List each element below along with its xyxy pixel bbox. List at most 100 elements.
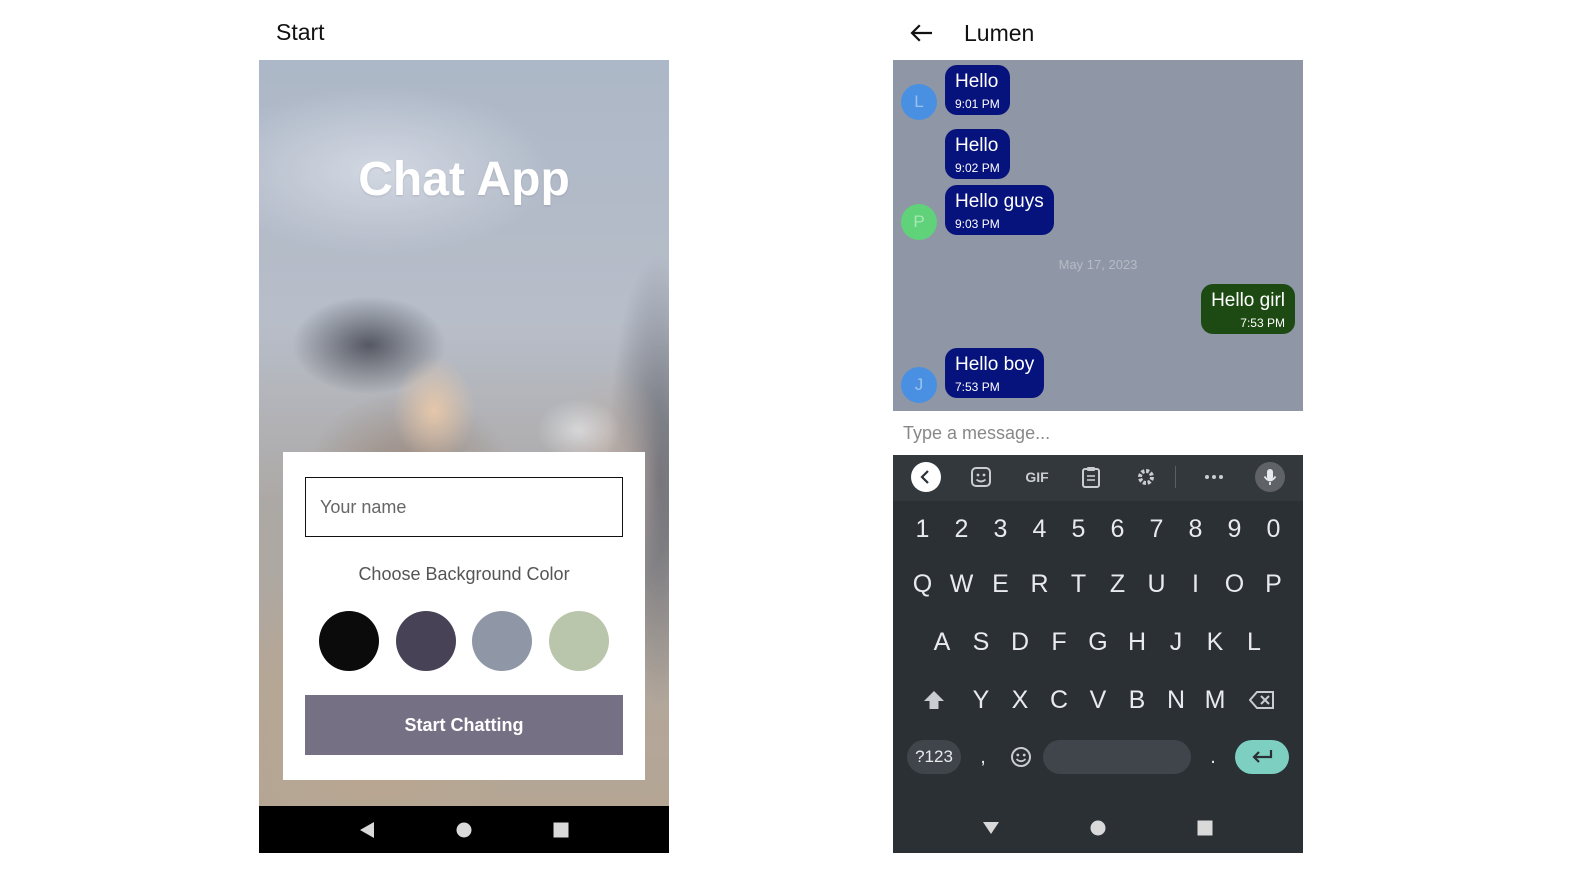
back-icon[interactable] [908, 461, 944, 493]
chat-message-list[interactable]: L Hello 9:01 PM Hello 9:02 PM P Hello gu… [893, 60, 1303, 411]
nav-recents-icon[interactable] [541, 810, 581, 850]
space-bar[interactable] [1043, 740, 1191, 774]
sticker-icon[interactable] [963, 461, 999, 493]
key-c[interactable]: C [1040, 674, 1079, 726]
key-q[interactable]: Q [903, 558, 942, 610]
backspace-icon[interactable] [1241, 674, 1283, 726]
comma-key[interactable]: , [971, 740, 995, 774]
symbols-key[interactable]: ?123 [907, 740, 961, 774]
message-bubble[interactable]: Hello guys 9:03 PM [945, 185, 1054, 235]
key-i[interactable]: I [1176, 558, 1215, 610]
toolbar-divider [1166, 461, 1186, 493]
key-7[interactable]: 7 [1137, 503, 1176, 555]
chat-header: Lumen [910, 14, 1034, 52]
message-time: 7:53 PM [1240, 316, 1285, 330]
message-time: 9:02 PM [955, 161, 1000, 175]
key-a[interactable]: A [923, 616, 962, 668]
key-z[interactable]: Z [1098, 558, 1137, 610]
start-chatting-button[interactable]: Start Chatting [305, 695, 623, 755]
clipboard-icon[interactable] [1073, 461, 1109, 493]
key-o[interactable]: O [1215, 558, 1254, 610]
key-8[interactable]: 8 [1176, 503, 1215, 555]
keyboard-row-2: A S D F G H J K L [893, 616, 1303, 668]
message-text: Hello girl [1211, 290, 1285, 311]
message-bubble[interactable]: Hello boy 7:53 PM [945, 348, 1045, 398]
keyboard-toolbar: GIF [893, 455, 1303, 501]
name-input[interactable] [305, 477, 623, 537]
key-9[interactable]: 9 [1215, 503, 1254, 555]
key-p[interactable]: P [1254, 558, 1293, 610]
key-n[interactable]: N [1157, 674, 1196, 726]
nav-recents-icon[interactable] [1185, 811, 1225, 845]
avatar-initial: P [913, 212, 925, 231]
key-e[interactable]: E [981, 558, 1020, 610]
key-0[interactable]: 0 [1254, 503, 1293, 555]
key-d[interactable]: D [1001, 616, 1040, 668]
avatar-initial: L [914, 92, 924, 111]
key-k[interactable]: K [1196, 616, 1235, 668]
avatar-2: P [901, 204, 937, 240]
keyboard-number-row: 1 2 3 4 5 6 7 8 9 0 [893, 503, 1303, 555]
enter-key[interactable] [1235, 740, 1289, 774]
settings-icon[interactable] [1128, 461, 1164, 493]
choose-color-label: Choose Background Color [358, 564, 570, 584]
color-swatch-green[interactable] [548, 611, 609, 671]
key-3[interactable]: 3 [981, 503, 1020, 555]
key-4[interactable]: 4 [1020, 503, 1059, 555]
period-key[interactable]: . [1201, 740, 1225, 774]
nav-back-icon[interactable] [347, 810, 387, 850]
soft-keyboard: GIF 1 2 3 4 5 6 7 8 9 0 Q W E R T Z U I … [893, 455, 1303, 853]
color-swatch-gray[interactable] [472, 611, 533, 671]
key-j[interactable]: J [1157, 616, 1196, 668]
message-bubble[interactable]: Hello 9:02 PM [945, 129, 1010, 179]
message-text: Hello [955, 71, 999, 92]
key-5[interactable]: 5 [1059, 503, 1098, 555]
key-u[interactable]: U [1137, 558, 1176, 610]
key-1[interactable]: 1 [903, 503, 942, 555]
key-x[interactable]: X [1001, 674, 1040, 726]
key-l[interactable]: L [1235, 616, 1274, 668]
key-s[interactable]: S [962, 616, 1001, 668]
message-time: 9:03 PM [955, 217, 1000, 231]
back-arrow-icon[interactable] [910, 14, 954, 52]
key-f[interactable]: F [1040, 616, 1079, 668]
message-text: Hello guys [955, 191, 1044, 212]
avatar-initial: J [914, 375, 924, 394]
key-2[interactable]: 2 [942, 503, 981, 555]
system-nav-bar [259, 806, 669, 853]
key-w[interactable]: W [942, 558, 981, 610]
message-text: Hello [955, 135, 999, 156]
message-text: Hello boy [955, 354, 1035, 375]
emoji-icon[interactable] [1005, 740, 1037, 774]
app-title: Chat App [358, 153, 570, 206]
key-m[interactable]: M [1196, 674, 1235, 726]
key-6[interactable]: 6 [1098, 503, 1137, 555]
hide-keyboard-icon[interactable] [971, 811, 1011, 845]
key-y[interactable]: Y [962, 674, 1001, 726]
color-swatch-purple[interactable] [395, 611, 456, 671]
more-icon[interactable] [1196, 461, 1232, 493]
message-bubble[interactable]: Hello 9:01 PM [945, 65, 1010, 115]
key-t[interactable]: T [1059, 558, 1098, 610]
nav-home-icon[interactable] [1078, 811, 1118, 845]
message-input[interactable] [893, 413, 1303, 453]
key-h[interactable]: H [1118, 616, 1157, 668]
key-v[interactable]: V [1079, 674, 1118, 726]
key-r[interactable]: R [1020, 558, 1059, 610]
start-form-card: Choose Background Color Start Chatting [283, 452, 645, 780]
color-options [319, 611, 609, 671]
nav-home-icon[interactable] [444, 810, 484, 850]
key-b[interactable]: B [1118, 674, 1157, 726]
message-time: 7:53 PM [955, 380, 1000, 394]
avatar-1: L [901, 84, 937, 120]
mic-icon[interactable] [1252, 461, 1288, 493]
avatar-3: J [901, 367, 937, 403]
key-g[interactable]: G [1079, 616, 1118, 668]
chat-title: Lumen [964, 19, 1035, 46]
start-screen: Chat App Choose Background Color Start C… [259, 60, 669, 853]
date-separator: May 17, 2023 [1058, 257, 1138, 272]
color-swatch-black[interactable] [319, 611, 379, 671]
message-bubble[interactable]: Hello girl 7:53 PM [1201, 284, 1295, 334]
gif-icon[interactable]: GIF [1017, 461, 1057, 493]
message-time: 9:01 PM [955, 97, 1000, 111]
